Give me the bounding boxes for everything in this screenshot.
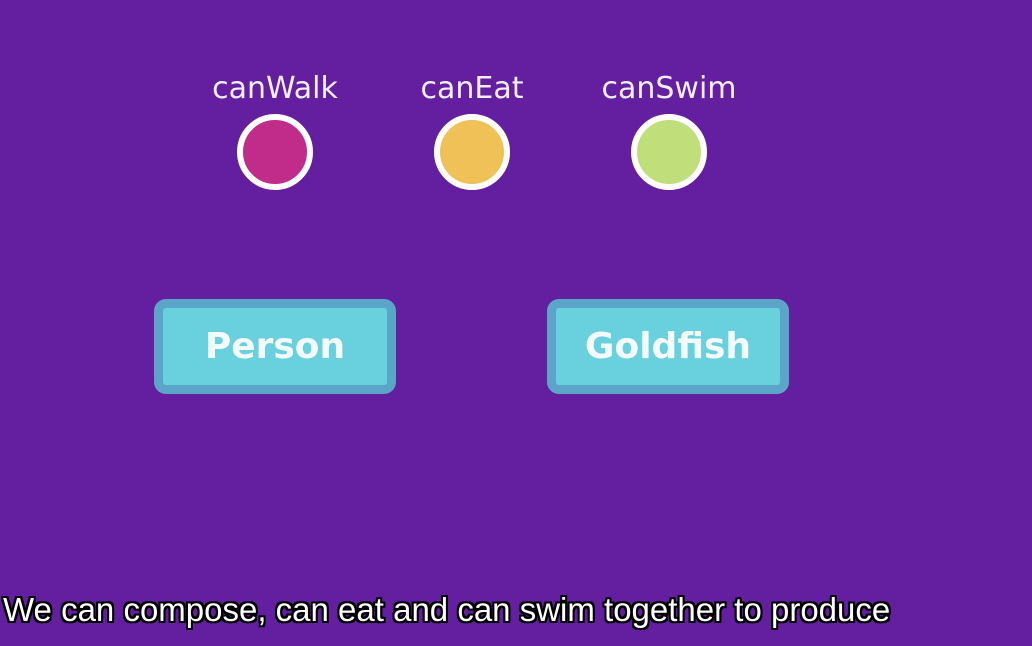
goldfish-class-label: Goldfish	[584, 325, 752, 367]
trait-can-eat: canEat	[392, 70, 552, 190]
trait-can-swim: canSwim	[589, 70, 749, 190]
trait-label-can-eat: canEat	[420, 71, 524, 106]
person-class-box: Person	[154, 299, 396, 394]
trait-label-can-swim: canSwim	[601, 71, 737, 106]
person-class-label: Person	[204, 325, 346, 367]
video-subtitle: We can compose, can eat and can swim tog…	[3, 591, 891, 628]
video-frame: canWalk canEat canSwim Person Goldfish W…	[0, 0, 1032, 646]
trait-label-can-walk: canWalk	[212, 71, 338, 106]
goldfish-class-box: Goldfish	[547, 299, 789, 394]
can-eat-dot-icon	[434, 114, 510, 190]
trait-can-walk: canWalk	[195, 70, 355, 190]
can-walk-dot-icon	[237, 114, 313, 190]
can-swim-dot-icon	[631, 114, 707, 190]
